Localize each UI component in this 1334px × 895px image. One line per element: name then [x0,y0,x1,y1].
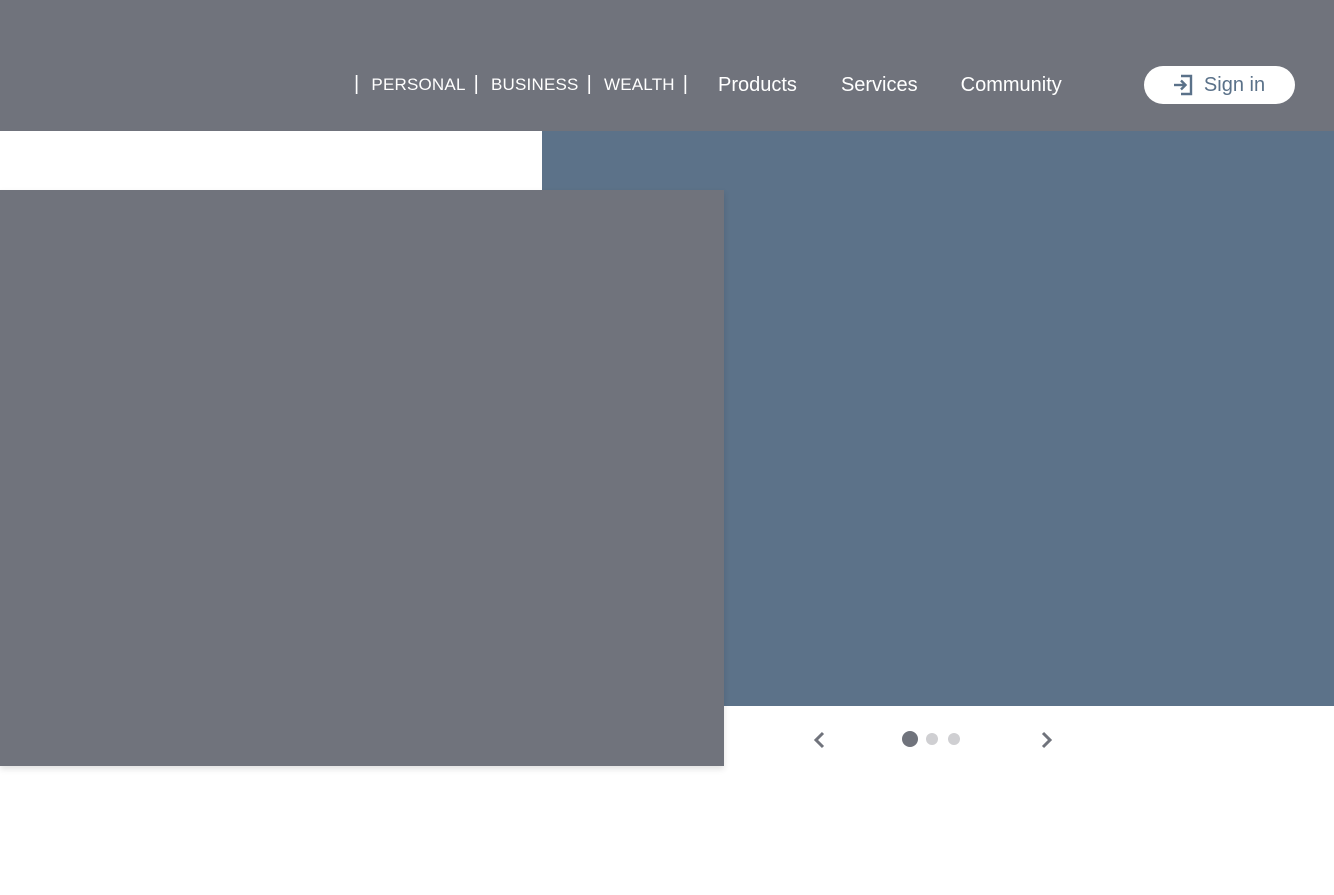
segment-wealth[interactable]: WEALTH [592,75,683,95]
chevron-right-icon [1041,731,1053,749]
segment-business[interactable]: BUSINESS [479,75,587,95]
carousel-prev-button[interactable] [808,728,832,752]
nav-products[interactable]: Products [718,74,797,97]
main-nav: Products Services Community [718,70,1062,100]
carousel-dot-3[interactable] [948,733,960,745]
carousel-dot-1[interactable] [902,731,918,747]
sign-in-label: Sign in [1203,73,1266,96]
carousel-next-button[interactable] [1034,728,1058,752]
nav-separator: | [682,73,689,95]
nav-services[interactable]: Services [841,74,918,97]
hero-content-card [0,190,724,766]
sign-in-icon [1172,74,1194,96]
carousel-dot-2[interactable] [926,733,938,745]
segment-nav: | PERSONAL | BUSINESS | WEALTH | [354,72,688,98]
sign-in-button[interactable]: Sign in [1144,66,1295,104]
nav-separator: | [586,73,592,95]
site-header: | PERSONAL | BUSINESS | WEALTH | Product… [0,0,1334,131]
nav-separator: | [354,73,360,95]
nav-community[interactable]: Community [961,74,1062,97]
segment-personal[interactable]: PERSONAL [359,75,473,95]
nav-separator: | [473,73,479,95]
carousel-indicators [902,731,970,747]
chevron-left-icon [813,731,825,749]
